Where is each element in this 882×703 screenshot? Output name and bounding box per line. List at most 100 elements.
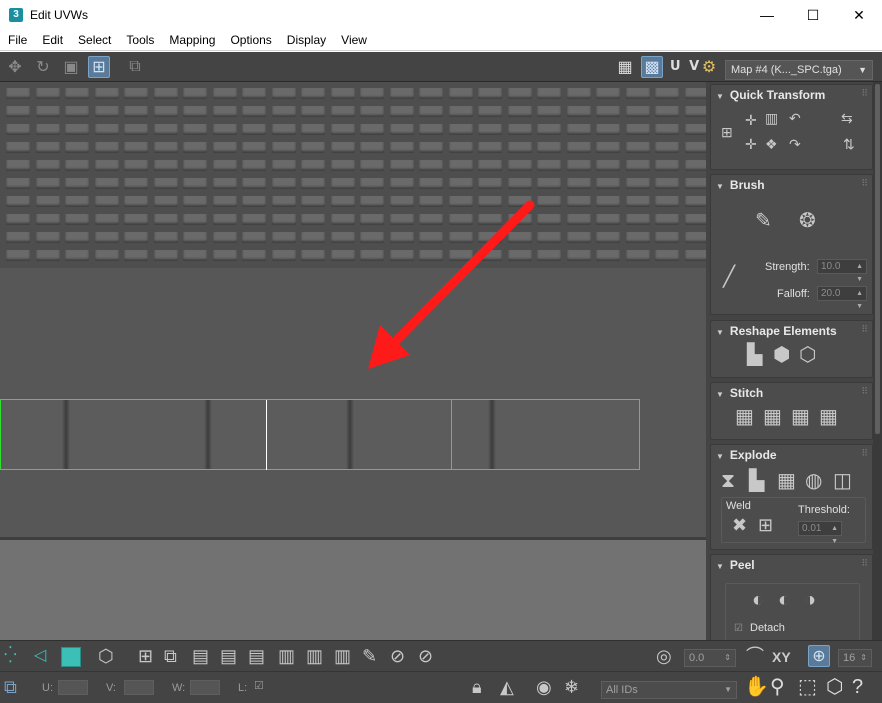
zoom-region-icon[interactable]: ⬚ [798, 677, 817, 697]
stitch-average-icon[interactable]: ▦ [791, 407, 810, 427]
brush-stroke-icon[interactable]: ╱ [723, 267, 735, 287]
menu-edit[interactable]: Edit [34, 30, 70, 51]
hide-icon[interactable]: ◭ [500, 678, 514, 696]
paint-shrink-icon[interactable]: ⊘ [418, 647, 433, 665]
pixel-snap-icon[interactable]: ⊕ [808, 645, 830, 667]
absolute-mode-icon[interactable]: ⧉ [4, 678, 17, 696]
rollout-title-reshape[interactable]: ▼ Reshape Elements [716, 324, 837, 338]
xy-label[interactable]: XY [772, 649, 791, 665]
break-by-material-icon[interactable]: ▙ [749, 471, 764, 491]
break-icon[interactable]: ◫ [833, 471, 852, 491]
rollout-title-quick-transform[interactable]: ▼ Quick Transform [716, 88, 825, 102]
flatten-icon[interactable]: ▦ [777, 471, 796, 491]
menu-options[interactable]: Options [222, 30, 278, 51]
v-field[interactable] [124, 680, 154, 695]
face-select-icon[interactable]: ▥ [334, 647, 351, 665]
spinner-arrows-icon[interactable]: ▲ ▼ [856, 260, 863, 286]
rollout-title-peel[interactable]: ▼ Peel [716, 558, 755, 572]
lock-icon[interactable]: 🔒︎ [472, 678, 482, 696]
relax-icon[interactable]: ⬢ [773, 345, 790, 365]
edge-select-icon[interactable]: ▥ [306, 647, 323, 665]
break-by-smoothing-icon[interactable]: ⧗ [721, 471, 735, 491]
snap-field[interactable]: 16 ⇕ [838, 649, 872, 667]
rollout-title-stitch[interactable]: ▼ Stitch [716, 386, 763, 400]
reset-peel-icon[interactable]: ◑ [804, 590, 816, 610]
select-elements-icon[interactable]: ⁛ [4, 648, 17, 664]
space-horizontal-icon[interactable]: ⇆ [841, 111, 853, 125]
threshold-spinner[interactable]: 0.01 ▲ ▼ [798, 521, 842, 545]
align-center-icon[interactable]: ❖ [765, 137, 778, 151]
strength-spinner[interactable]: 10.0 ▲ ▼ [817, 259, 867, 283]
help-icon[interactable]: ? [852, 677, 863, 697]
rollout-title-brush[interactable]: ▼ Brush [716, 178, 765, 192]
menu-file[interactable]: File [0, 30, 34, 51]
mirror-icon[interactable]: ⧉ [124, 56, 146, 78]
rollout-title-explode[interactable]: ▼ Explode [716, 448, 777, 462]
loop-icon[interactable]: ▤ [220, 647, 237, 665]
panel-scrollbar[interactable] [873, 82, 882, 640]
rotate-icon[interactable]: ↻ [32, 56, 54, 78]
angle-field[interactable]: 0.0 ⇕ [684, 649, 736, 667]
paint-select-icon[interactable]: ✎ [362, 647, 377, 665]
point-to-point-icon[interactable]: ▥ [278, 647, 295, 665]
stitch-source-icon[interactable]: ▦ [763, 407, 782, 427]
scale-icon[interactable]: ▣ [60, 56, 82, 78]
uv-label[interactable]: U V [670, 59, 701, 74]
eye-icon[interactable]: ◉ [536, 678, 552, 696]
menu-mapping[interactable]: Mapping [161, 30, 222, 51]
ring-icon[interactable]: ▤ [192, 647, 209, 665]
element-mode-icon[interactable]: ⬡ [98, 647, 114, 665]
freeze-icon[interactable]: ❄ [564, 678, 579, 696]
maximize-button[interactable]: ☐ [790, 0, 836, 30]
falloff-spinner[interactable]: 20.0 ▲ ▼ [817, 286, 867, 310]
checker-icon[interactable]: ▦ [614, 56, 636, 78]
zoom-icon[interactable]: ⚲ [770, 677, 785, 697]
minimize-button[interactable]: — [744, 0, 790, 30]
space-vertical-alt-icon[interactable]: ⇅ [843, 137, 855, 151]
weld-target-icon[interactable]: ⊞ [758, 516, 773, 534]
align-icon[interactable]: ⊞ [721, 125, 733, 139]
pan-icon[interactable]: ✋ [744, 677, 769, 697]
weld-selected-icon[interactable]: ✖ [732, 516, 747, 534]
menu-tools[interactable]: Tools [118, 30, 161, 51]
select-mode-icon[interactable]: ◁ [34, 648, 46, 664]
shrink-selection-icon[interactable]: ⧉ [164, 647, 177, 665]
u-field[interactable] [58, 680, 88, 695]
rectangle-icon[interactable]: ⬡ [799, 345, 816, 365]
menu-view[interactable]: View [333, 30, 374, 51]
menu-display[interactable]: Display [279, 30, 333, 51]
rotate-cw-icon[interactable]: ↷ [789, 137, 801, 151]
scrollbar-thumb[interactable] [875, 84, 880, 434]
peel-mode-icon[interactable]: ◐ [778, 590, 790, 610]
falloff-curve-icon[interactable]: ⌒ [746, 647, 764, 665]
space-vertical-icon[interactable]: ▥ [765, 111, 778, 125]
w-field[interactable] [190, 680, 220, 695]
close-button[interactable]: ✕ [836, 0, 882, 30]
zoom-extents-icon[interactable]: ⬡ [826, 677, 843, 697]
uv-viewport[interactable] [0, 82, 706, 640]
align-vertical-icon[interactable]: ✛ [745, 137, 757, 151]
quick-peel-icon[interactable]: ◐ [752, 590, 764, 610]
stitch-target-icon[interactable]: ▦ [819, 407, 838, 427]
spinner-arrows-icon[interactable]: ▲ ▼ [856, 287, 863, 313]
map-select[interactable]: Map #4 (K..._SPC.tga) ▼ [725, 60, 873, 80]
stitch-custom-icon[interactable]: ▦ [735, 407, 754, 427]
paint-grow-icon[interactable]: ⊘ [390, 647, 405, 665]
rotate-ccw-icon[interactable]: ↶ [789, 111, 801, 125]
menu-select[interactable]: Select [70, 30, 118, 51]
spinner-arrows-icon[interactable]: ⇕ [860, 650, 867, 666]
selection-color-swatch[interactable] [61, 647, 81, 667]
relax-brush-icon[interactable]: ❂ [799, 211, 816, 231]
paint-move-icon[interactable]: ✎ [755, 211, 772, 231]
spinner-arrows-icon[interactable]: ▲ ▼ [831, 522, 838, 548]
map-settings-icon[interactable]: ⚙ [698, 56, 720, 78]
lock-checkbox[interactable]: ☑ [254, 681, 264, 692]
soft-select-icon[interactable]: ◎ [656, 647, 672, 665]
freeform-icon[interactable]: ⊞ [88, 56, 110, 78]
detach-checkbox[interactable]: ☑ [734, 624, 743, 634]
move-icon[interactable]: ✥ [4, 56, 26, 78]
straighten-icon[interactable]: ▙ [747, 345, 762, 365]
grow-selection-icon[interactable]: ⊞ [138, 647, 153, 665]
edge-loop-icon[interactable]: ▤ [248, 647, 265, 665]
spinner-arrows-icon[interactable]: ⇕ [724, 650, 731, 666]
